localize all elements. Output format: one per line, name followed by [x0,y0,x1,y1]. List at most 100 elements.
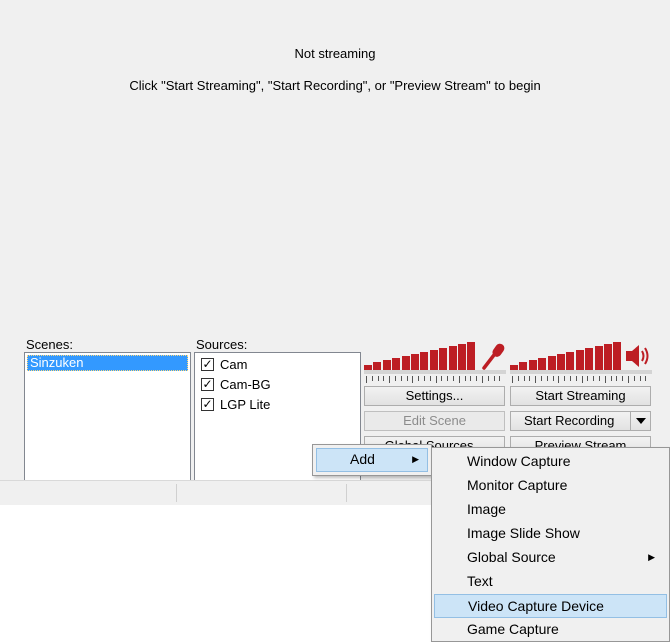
menu-item-monitor-capture[interactable]: Monitor Capture [434,474,667,498]
meter-tick [633,376,635,381]
menu-item-label: Video Capture Device [468,598,604,614]
meter-bar [401,356,410,370]
start-streaming-button[interactable]: Start Streaming [510,386,651,406]
menu-item-text[interactable]: Text [434,570,667,594]
meter-tick [453,376,454,381]
menu-item-window-capture[interactable]: Window Capture [434,450,667,474]
menu-item-game-capture[interactable]: Game Capture [434,618,667,642]
sources-label: Sources: [196,337,248,352]
meter-tick [535,376,537,383]
menu-item-label: Game Capture [467,621,559,637]
meter-bar [392,358,401,370]
meter-tick [558,376,560,383]
meter-bar [382,360,391,370]
meter-tick [575,376,577,381]
meter-tick [628,376,629,383]
meter-bar [467,342,476,370]
meter-bar [411,354,419,370]
meter-tick [377,376,379,381]
start-hint: Click "Start Streaming", "Start Recordin… [129,78,541,93]
meter-tick [412,376,414,383]
edit-scene-button[interactable]: Edit Scene [364,411,505,431]
meter-bar [439,348,448,370]
mic-volume-meter [364,338,476,370]
meter-tick [622,376,624,381]
meter-bar [528,360,537,370]
source-label: Cam [220,356,248,372]
meter-tick [593,376,595,381]
start-recording-button[interactable]: Start Recording [510,411,651,431]
menu-item-image-slide-show[interactable]: Image Slide Show [434,522,667,546]
meter-tick [487,376,489,381]
meter-bar [429,350,438,370]
meter-bar [519,362,528,370]
meter-tick [395,376,396,381]
source-label: LGP Lite [220,396,271,412]
meter-bar [575,350,584,370]
meter-tick [604,376,606,383]
meter-tick [639,376,641,381]
meter-tick [610,376,612,381]
submenu-arrow-icon: ▶ [412,454,419,464]
add-source-submenu: Window Capture Monitor Capture Image Image … [431,447,670,642]
meter-tick [406,376,408,381]
obs-main-window: Not streaming Click "Start Streaming", "… [0,0,670,505]
menu-item-video-capture-device[interactable]: Video Capture Device [434,594,667,618]
meter-bar [373,362,382,370]
meter-tick [517,376,519,381]
start-recording-label: Start Recording [524,413,615,428]
desktop-volume-slider[interactable] [510,370,652,374]
meter-tick [424,376,425,381]
meter-tick [482,376,483,383]
meter-tick [512,376,513,383]
meter-bar [613,342,622,370]
meter-tick [458,376,460,383]
meter-tick [400,376,402,381]
source-item[interactable]: ✓ Cam [201,355,247,373]
chevron-down-icon[interactable] [630,412,650,430]
meter-tick [418,376,420,381]
source-checkbox[interactable]: ✓ [201,397,214,411]
source-item[interactable]: ✓ LGP Lite [201,395,270,413]
status-divider [346,484,347,502]
meter-tick [541,376,542,381]
menu-item-add[interactable]: Add ▶ [316,448,428,472]
desktop-meter-ticks [512,376,652,383]
meter-tick [435,376,437,383]
menu-item-label: Monitor Capture [467,477,568,493]
meter-bar [604,344,612,370]
meter-bar [458,344,466,370]
scene-item[interactable]: Sinzuken [27,355,188,371]
meter-tick [371,376,373,381]
mic-volume-slider[interactable] [364,370,506,374]
source-item[interactable]: ✓ Cam-BG [201,375,271,393]
meter-tick [470,376,472,381]
meter-tick [581,376,583,383]
status-divider [176,484,177,502]
meter-bar [594,346,603,370]
meter-tick [564,376,566,381]
menu-item-global-source[interactable]: Global Source ▶ [434,546,667,570]
meter-tick [441,376,443,381]
settings-button[interactable]: Settings... [364,386,505,406]
scenes-list[interactable]: Sinzuken [24,352,191,481]
meter-tick [546,376,548,381]
menu-item-label: Global Source [467,549,556,565]
microphone-icon[interactable] [480,342,508,370]
streaming-status: Not streaming [294,46,376,61]
speaker-icon[interactable] [624,342,652,370]
meter-tick [447,376,449,381]
meter-bar [585,348,594,370]
meter-tick [523,376,525,381]
meter-bar [566,352,575,370]
source-checkbox[interactable]: ✓ [201,357,214,371]
scenes-label: Scenes: [26,337,73,352]
meter-tick [464,376,466,381]
source-checkbox[interactable]: ✓ [201,377,214,391]
menu-item-image[interactable]: Image [434,498,667,522]
menu-item-label: Image Slide Show [467,525,580,541]
meter-tick [493,376,495,381]
meter-tick [587,376,589,381]
desktop-volume-meter [510,338,622,370]
meter-tick [499,376,501,381]
